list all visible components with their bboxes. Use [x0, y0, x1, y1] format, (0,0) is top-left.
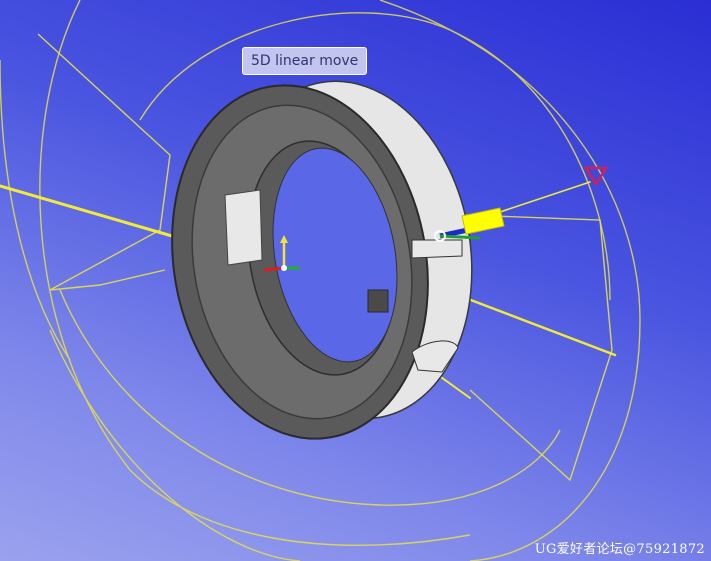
- tool-holder: [461, 207, 505, 235]
- toolpath-arc-left: [0, 59, 71, 361]
- approach-line-left: [0, 184, 174, 238]
- slot-left: [224, 189, 263, 266]
- approach-line-right: [453, 292, 617, 357]
- wedge-left: [37, 33, 171, 291]
- cam-scene[interactable]: [0, 0, 711, 561]
- slot-bore-notch: [367, 289, 389, 313]
- slot-right: [411, 239, 463, 259]
- ring-part[interactable]: [145, 62, 498, 459]
- forum-watermark: UG爱好者论坛@75921872: [534, 542, 705, 557]
- graphics-viewport[interactable]: 5D linear move UG爱好者论坛@75921872: [0, 0, 711, 561]
- wedge-right: [464, 214, 613, 482]
- motion-tooltip: 5D linear move: [242, 47, 368, 75]
